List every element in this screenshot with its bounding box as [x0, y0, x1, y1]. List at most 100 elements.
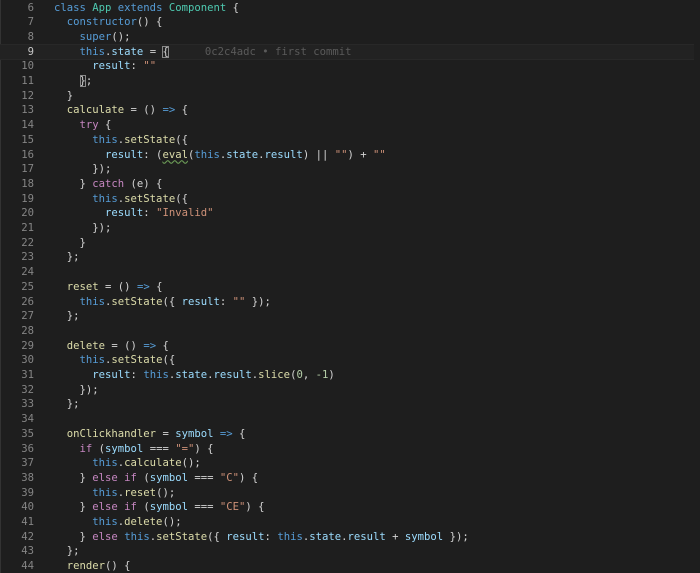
code-token: symbol [105, 442, 144, 455]
code-text[interactable]: delete = () => { [54, 339, 169, 354]
code-token: (); [181, 457, 201, 470]
code-line[interactable]: 32 }); [0, 383, 700, 398]
code-token: = () [98, 280, 137, 293]
code-token: (); [111, 30, 131, 43]
code-token: }; [54, 251, 80, 264]
code-line[interactable]: 10 result: "" [0, 59, 700, 74]
line-number: 13 [21, 104, 34, 117]
code-line[interactable]: 22 } [0, 236, 700, 251]
code-line[interactable]: 17 }); [0, 162, 700, 177]
code-text[interactable]: this.state = {0c2c4adc • first commit [54, 45, 352, 60]
code-line[interactable]: 11 }; [0, 74, 700, 89]
code-token: { [232, 427, 246, 440]
code-text[interactable]: } else if (symbol === "CE") { [54, 500, 265, 515]
code-line[interactable]: 8 super(); [0, 30, 700, 45]
code-line[interactable]: 12 } [0, 89, 700, 104]
code-text[interactable]: class App extends Component { [54, 1, 239, 16]
code-text[interactable]: }); [54, 221, 111, 236]
code-line[interactable]: 18 } catch (e) { [0, 177, 700, 192]
code-line[interactable]: 28 [0, 324, 700, 339]
code-line[interactable]: 42 } else this.setState({ result: this.s… [0, 530, 700, 545]
code-text[interactable]: }; [54, 397, 80, 412]
code-line[interactable]: 15 this.setState({ [0, 133, 700, 148]
code-line[interactable]: 27 }; [0, 309, 700, 324]
code-token: symbol [175, 427, 214, 440]
code-line[interactable]: 39 this.reset(); [0, 486, 700, 501]
code-text[interactable]: reset = () => { [54, 280, 163, 295]
code-text[interactable]: result: "Invalid" [54, 206, 213, 221]
code-line[interactable]: 33 }; [0, 397, 700, 412]
code-line[interactable]: 20 result: "Invalid" [0, 206, 700, 221]
code-text[interactable]: try { [54, 118, 112, 133]
code-text[interactable]: }; [54, 544, 80, 559]
code-text[interactable]: this.calculate(); [54, 456, 201, 471]
code-line[interactable]: 9 this.state = {0c2c4adc • first commit [0, 43, 700, 61]
code-line[interactable]: 37 this.calculate(); [0, 456, 700, 471]
code-text[interactable]: render() { [54, 559, 131, 573]
code-line[interactable]: 41 this.delete(); [0, 515, 700, 530]
code-line[interactable]: 31 result: this.state.result.slice(0, -1… [0, 368, 700, 383]
code-line[interactable]: 23 }; [0, 250, 700, 265]
code-line[interactable]: 30 this.setState({ [0, 353, 700, 368]
code-text[interactable]: this.setState({ [54, 192, 188, 207]
code-token: calculate [124, 457, 182, 470]
line-number: 12 [21, 89, 34, 102]
code-text[interactable]: onClickhandler = symbol => { [54, 427, 246, 442]
code-line[interactable]: 7 constructor() { [0, 15, 700, 30]
code-text[interactable]: } catch (e) { [54, 177, 163, 192]
code-text[interactable]: this.delete(); [54, 515, 182, 530]
code-text[interactable]: } else if (symbol === "C") { [54, 471, 259, 486]
code-text[interactable]: this.setState({ [54, 133, 188, 148]
code-token: symbol [404, 530, 444, 543]
code-text[interactable]: if (symbol === "=") { [54, 442, 214, 457]
code-line[interactable]: 35 onClickhandler = symbol => { [0, 427, 700, 442]
code-text[interactable]: }); [54, 383, 99, 398]
code-line[interactable]: 6 class App extends Component { [0, 1, 700, 16]
code-text[interactable]: }; [54, 74, 92, 89]
code-text[interactable]: } [54, 89, 73, 104]
code-line[interactable]: 40 } else if (symbol === "CE") { [0, 500, 700, 515]
code-text[interactable]: } [54, 236, 86, 251]
code-text[interactable]: constructor() { [54, 15, 163, 30]
code-text[interactable]: }); [54, 162, 111, 177]
code-line[interactable]: 25 reset = () => { [0, 280, 700, 295]
code-line[interactable]: 13 calculate = () => { [0, 103, 700, 118]
code-line[interactable]: 34 [0, 412, 700, 427]
code-text[interactable]: }; [54, 250, 80, 265]
code-line[interactable]: 44 render() { [0, 559, 700, 573]
code-line[interactable]: 24 [0, 265, 700, 280]
code-token: : [264, 530, 278, 543]
code-editor[interactable]: 6 class App extends Component {7 construc… [0, 0, 700, 573]
code-token: else if [92, 471, 137, 484]
code-line[interactable]: 21 }); [0, 221, 700, 236]
code-token: eval [162, 148, 188, 161]
code-line[interactable]: 14 try { [0, 118, 700, 133]
code-token: }; [54, 398, 80, 411]
code-text[interactable]: super(); [54, 30, 131, 45]
code-line[interactable]: 38 } else if (symbol === "C") { [0, 471, 700, 486]
code-line[interactable]: 16 result: (eval(this.state.result) || "… [0, 148, 700, 163]
code-token: this [54, 192, 118, 205]
code-text[interactable]: }; [54, 309, 80, 324]
code-text[interactable]: calculate = () => { [54, 103, 188, 118]
code-text[interactable]: result: this.state.result.slice(0, -1) [54, 368, 335, 383]
code-line[interactable]: 19 this.setState({ [0, 192, 700, 207]
code-token: "C" [219, 471, 240, 484]
code-token: setState [124, 133, 176, 146]
code-text[interactable]: result: (eval(this.state.result) || "") … [54, 148, 386, 163]
code-line[interactable]: 43 }; [0, 544, 700, 559]
code-token: this [54, 354, 106, 367]
code-line[interactable]: 29 delete = () => { [0, 339, 700, 354]
code-text[interactable]: this.reset(); [54, 486, 175, 501]
code-text[interactable]: } else this.setState({ result: this.stat… [54, 530, 469, 545]
code-text[interactable]: result: "" [54, 59, 156, 74]
line-number: 34 [21, 413, 34, 426]
code-line[interactable]: 36 if (symbol === "=") { [0, 442, 700, 457]
code-text[interactable]: this.setState({ result: "" }); [54, 295, 271, 310]
code-text[interactable]: this.setState({ [54, 353, 176, 368]
line-number: 36 [21, 442, 34, 455]
code-token: (); [162, 516, 182, 528]
code-line[interactable]: 26 this.setState({ result: "" }); [0, 295, 700, 310]
line-number: 11 [21, 75, 34, 87]
editor-scrollbar[interactable] [694, 0, 700, 573]
